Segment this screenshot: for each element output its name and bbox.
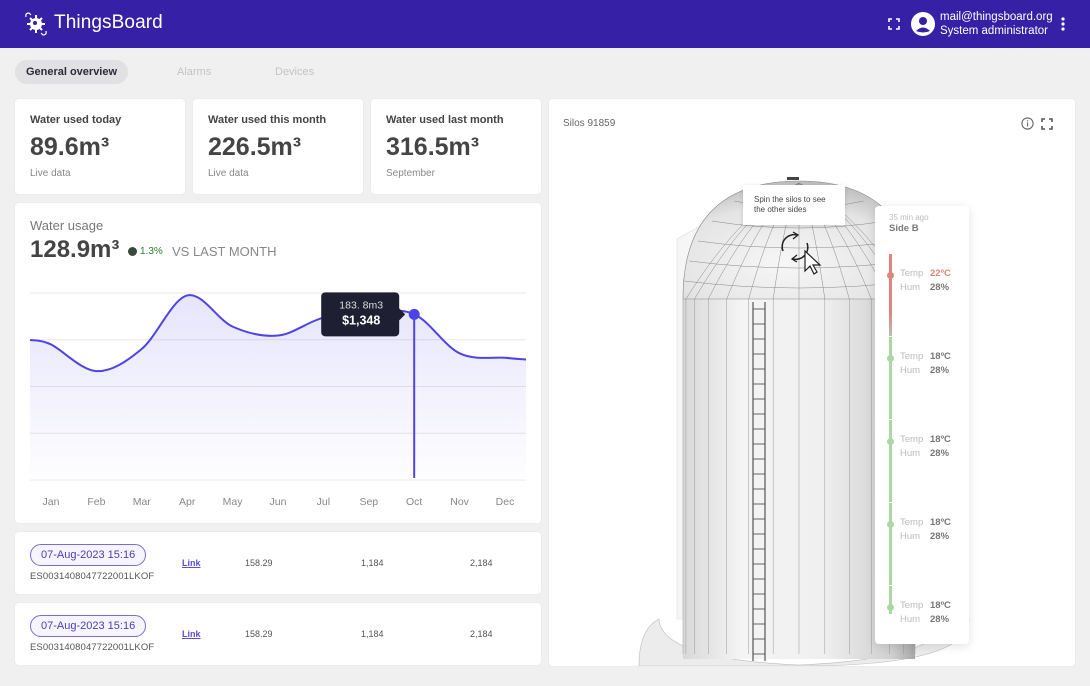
row-link[interactable]: Link	[182, 629, 201, 639]
meter-id: ES0031408047722001LKOF	[30, 571, 155, 582]
kpi-subtitle: Live data	[30, 168, 71, 179]
water-usage-chart[interactable]: Jan Feb Mar Apr May Jun Jul Sep Oct Nov Dec 183. 8m…	[15, 203, 541, 523]
kpi-card-today: Water used today 89.6m³ Live data	[15, 99, 185, 194]
x-tick-label: Nov	[450, 496, 469, 508]
kpi-title: Water used last month	[386, 114, 504, 126]
row-value-1: 158.29	[245, 629, 273, 639]
thingsboard-logo-icon[interactable]	[22, 10, 50, 38]
sensor-dot[interactable]	[887, 438, 894, 445]
x-tick-label: Oct	[406, 496, 422, 508]
x-tick-label: Jan	[43, 496, 60, 508]
temp-label: Temp	[900, 434, 924, 445]
temp-label: Temp	[900, 351, 924, 362]
fullscreen-icon[interactable]	[888, 18, 900, 30]
hum-label: Hum	[900, 614, 921, 625]
x-tick-label: Apr	[179, 496, 196, 508]
kpi-card-last-month: Water used last month 316.5m³ September	[371, 99, 541, 194]
row-link[interactable]: Link	[182, 558, 201, 568]
x-tick-label: May	[223, 496, 244, 508]
kpi-card-this-month: Water used this month 226.5m³ Live data	[193, 99, 363, 194]
temp-value: 18ºC	[930, 434, 951, 445]
sensor-dot[interactable]	[887, 355, 894, 362]
hum-value: 28%	[930, 282, 950, 293]
temp-value: 18ºC	[930, 351, 951, 362]
user-email: mail@thingsboard.org	[940, 11, 1053, 23]
highlight-point	[408, 308, 420, 320]
chart-area	[30, 295, 526, 478]
row-value-2: 1,184	[361, 629, 384, 639]
sensor-dot[interactable]	[887, 521, 894, 528]
tab-devices[interactable]: Devices	[275, 60, 314, 84]
temp-label: Temp	[900, 268, 924, 279]
date-chip: 07-Aug-2023 15:16	[30, 615, 147, 637]
sensor-line	[889, 254, 892, 336]
hum-label: Hum	[900, 365, 921, 376]
row-value-2: 1,184	[361, 558, 384, 568]
last-update: 35 min ago	[889, 213, 929, 222]
sensor-line	[889, 503, 892, 585]
water-usage-card: Water usage 128.9m³ 1.3% VS LAST MONTH J…	[15, 203, 541, 523]
tooltip-volume: 183. 8m3	[339, 299, 383, 311]
sensor-line	[889, 420, 892, 502]
kpi-subtitle: September	[386, 168, 435, 179]
sensor-dot[interactable]	[887, 604, 894, 611]
row-value-3: 2,184	[470, 629, 493, 639]
x-tick-label: Mar	[133, 496, 152, 508]
tab-general-overview[interactable]: General overview	[15, 60, 128, 84]
table-row: 07-Aug-2023 15:16 ES0031408047722001LKOF…	[15, 532, 541, 594]
tooltip-cost: $1,348	[342, 313, 380, 327]
user-role: System administrator	[940, 25, 1049, 37]
kpi-title: Water used today	[30, 114, 122, 126]
x-tick-label: Sep	[359, 496, 378, 508]
hum-label: Hum	[900, 531, 921, 542]
temp-label: Temp	[900, 517, 924, 528]
hum-value: 28%	[930, 531, 950, 542]
spin-hint-tooltip: Spin the silos to see the other sides	[743, 185, 845, 225]
silo-hatch	[787, 177, 799, 180]
temp-label: Temp	[900, 600, 924, 611]
side-label: Side B	[889, 223, 919, 234]
hum-label: Hum	[900, 282, 921, 293]
row-value-1: 158.29	[245, 558, 273, 568]
kpi-value: 89.6m³	[30, 133, 110, 161]
hum-value: 28%	[930, 614, 950, 625]
hum-value: 28%	[930, 448, 950, 459]
x-tick-label: Dec	[496, 496, 515, 508]
temp-value: 18ºC	[930, 517, 951, 528]
hum-value: 28%	[930, 365, 950, 376]
avatar-icon[interactable]	[911, 12, 935, 36]
table-row: 07-Aug-2023 15:16 ES0031408047722001LKOF…	[15, 603, 541, 665]
x-tick-label: Jul	[317, 496, 330, 508]
x-tick-label: Feb	[87, 496, 105, 508]
silo-card: Silos 91859 Spin the silos to see the ot…	[549, 99, 1075, 666]
x-tick-label: Jun	[270, 496, 287, 508]
sensor-line	[889, 337, 892, 419]
hum-label: Hum	[900, 448, 921, 459]
kpi-value: 226.5m³	[208, 133, 302, 161]
top-bar: ThingsBoard mail@thingsboard.org System …	[0, 0, 1090, 48]
more-vert-icon[interactable]	[1058, 16, 1068, 32]
brand-name: ThingsBoard	[54, 12, 163, 33]
date-chip: 07-Aug-2023 15:16	[30, 544, 147, 566]
kpi-title: Water used this month	[208, 114, 327, 126]
row-value-3: 2,184	[470, 558, 493, 568]
sensor-side-panel: 35 min ago Side B Temp 22ºC Hum 28% Temp 18ºC…	[875, 206, 969, 644]
sensor-dot[interactable]	[887, 272, 894, 279]
temp-value: 22ºC	[930, 268, 951, 279]
kpi-value: 316.5m³	[386, 133, 480, 161]
temp-value: 18ºC	[930, 600, 951, 611]
kpi-subtitle: Live data	[208, 168, 249, 179]
tab-alarms[interactable]: Alarms	[177, 60, 211, 84]
meter-id: ES0031408047722001LKOF	[30, 642, 155, 653]
